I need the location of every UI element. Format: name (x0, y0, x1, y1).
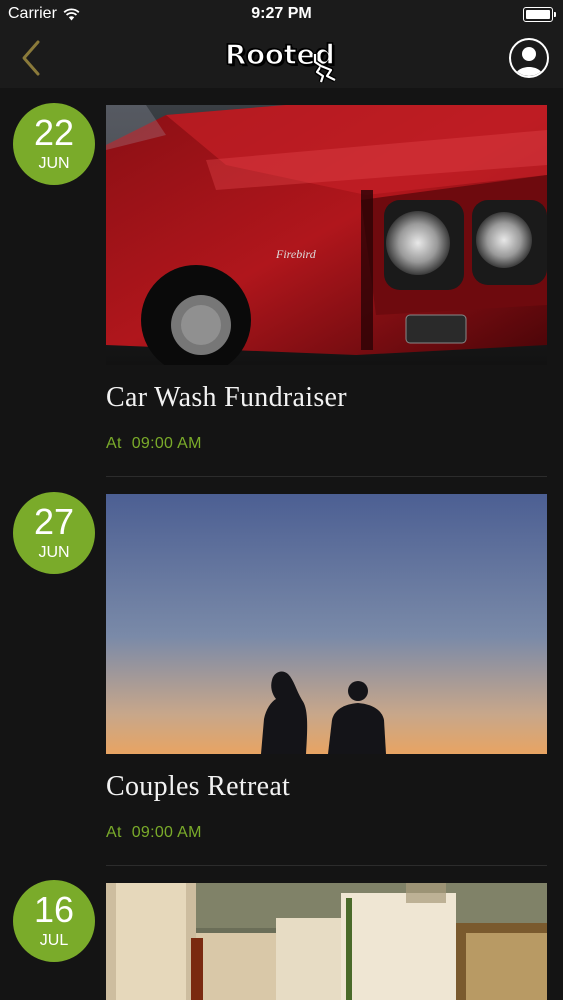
event-time: At 09:00 AM (106, 435, 202, 453)
event-time-prefix: At (106, 435, 122, 452)
event-time-value: 09:00 AM (131, 824, 202, 841)
date-month: JUN (38, 544, 70, 561)
date-month: JUN (38, 155, 70, 172)
app-logo: Rooted (224, 37, 345, 84)
chevron-left-icon (22, 40, 40, 76)
couple-sunset-photo (106, 494, 547, 754)
date-day: 22 (33, 112, 75, 153)
event-title: Car Wash Fundraiser (106, 382, 347, 413)
old-books-photo (106, 883, 547, 1000)
event-time: At 09:00 AM (106, 824, 202, 842)
date-badge: 27 JUN (13, 492, 95, 574)
nav-bar: Rooted (0, 30, 563, 88)
user-icon (515, 47, 543, 76)
red-car-photo: Firebird (106, 105, 547, 365)
back-button[interactable] (14, 38, 50, 78)
date-day: 27 (33, 501, 75, 542)
event-time-prefix: At (106, 824, 122, 841)
date-badge: 22 JUN (13, 103, 95, 185)
date-month: JUL (39, 932, 69, 949)
divider (106, 476, 547, 477)
event-title: Couples Retreat (106, 771, 291, 802)
battery-icon (523, 7, 556, 22)
event-image[interactable] (106, 494, 547, 754)
status-time: 9:27 PM (251, 5, 312, 22)
event-time-value: 09:00 AM (131, 435, 202, 452)
profile-button[interactable] (509, 38, 549, 78)
event-image[interactable] (106, 883, 547, 1000)
divider (106, 865, 547, 866)
logo-roots-icon (312, 54, 337, 83)
date-day: 16 (33, 889, 75, 930)
svg-text:Firebird: Firebird (275, 247, 317, 261)
status-bar: Carrier 9:27 PM (0, 0, 563, 30)
event-image[interactable]: Firebird (106, 105, 547, 365)
date-badge: 16 JUL (13, 880, 95, 962)
